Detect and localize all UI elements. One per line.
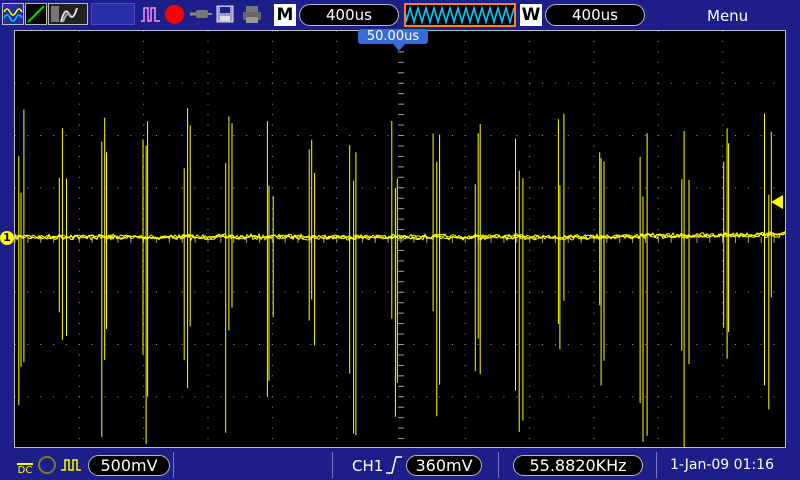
trigger-level-display[interactable]: 360mV (406, 455, 482, 476)
trigger-position-marker[interactable]: 50.00us (358, 29, 428, 44)
ramp-icon[interactable] (25, 3, 47, 25)
waveform-display[interactable] (14, 30, 786, 448)
bandwidth-limit-icon[interactable] (38, 456, 56, 474)
status-bar: DC 500mV CH1 360mV 55.8820KHz 1-Jan-09 0… (0, 450, 800, 480)
pulse-icon[interactable] (140, 4, 162, 24)
probe-icon[interactable] (188, 6, 212, 22)
invert-icon[interactable] (60, 456, 82, 474)
run-mode-badge[interactable]: M (274, 4, 296, 26)
persistence-icon[interactable] (48, 3, 88, 25)
ch1-trace (15, 108, 785, 447)
ch1-volts-per-div[interactable]: 500mV (88, 455, 170, 476)
trigger-level-marker[interactable] (771, 195, 783, 209)
ch1-ground-marker[interactable]: 1 (0, 231, 14, 245)
divider (332, 452, 333, 478)
timebase-overview[interactable] (404, 3, 516, 27)
divider (498, 452, 499, 478)
coupling-label: DC (17, 465, 33, 476)
trigger-position-arrow (393, 44, 405, 51)
timebase-display[interactable]: 400us (299, 4, 399, 26)
divider (173, 452, 174, 478)
divider (656, 452, 657, 478)
rising-edge-icon[interactable] (385, 455, 403, 475)
date-time: 1-Jan-09 01:16 (670, 457, 774, 473)
menu-button[interactable]: Menu (707, 7, 748, 25)
frequency-counter: 55.8820KHz (513, 455, 643, 476)
window-badge[interactable]: W (520, 4, 542, 26)
record-icon[interactable] (165, 5, 184, 24)
print-icon[interactable] (241, 4, 263, 24)
trigger-source[interactable]: CH1 (352, 457, 383, 475)
top-toolbar: M 400us W 400us Menu (0, 0, 800, 30)
blank-slot (91, 3, 135, 25)
waveform-icon[interactable] (2, 3, 24, 25)
window-timebase-display[interactable]: 400us (545, 4, 645, 26)
graticule (15, 31, 775, 440)
waveform-canvas (15, 31, 785, 447)
dc-coupling-icon[interactable]: DC (15, 453, 35, 477)
save-icon[interactable] (215, 4, 235, 24)
